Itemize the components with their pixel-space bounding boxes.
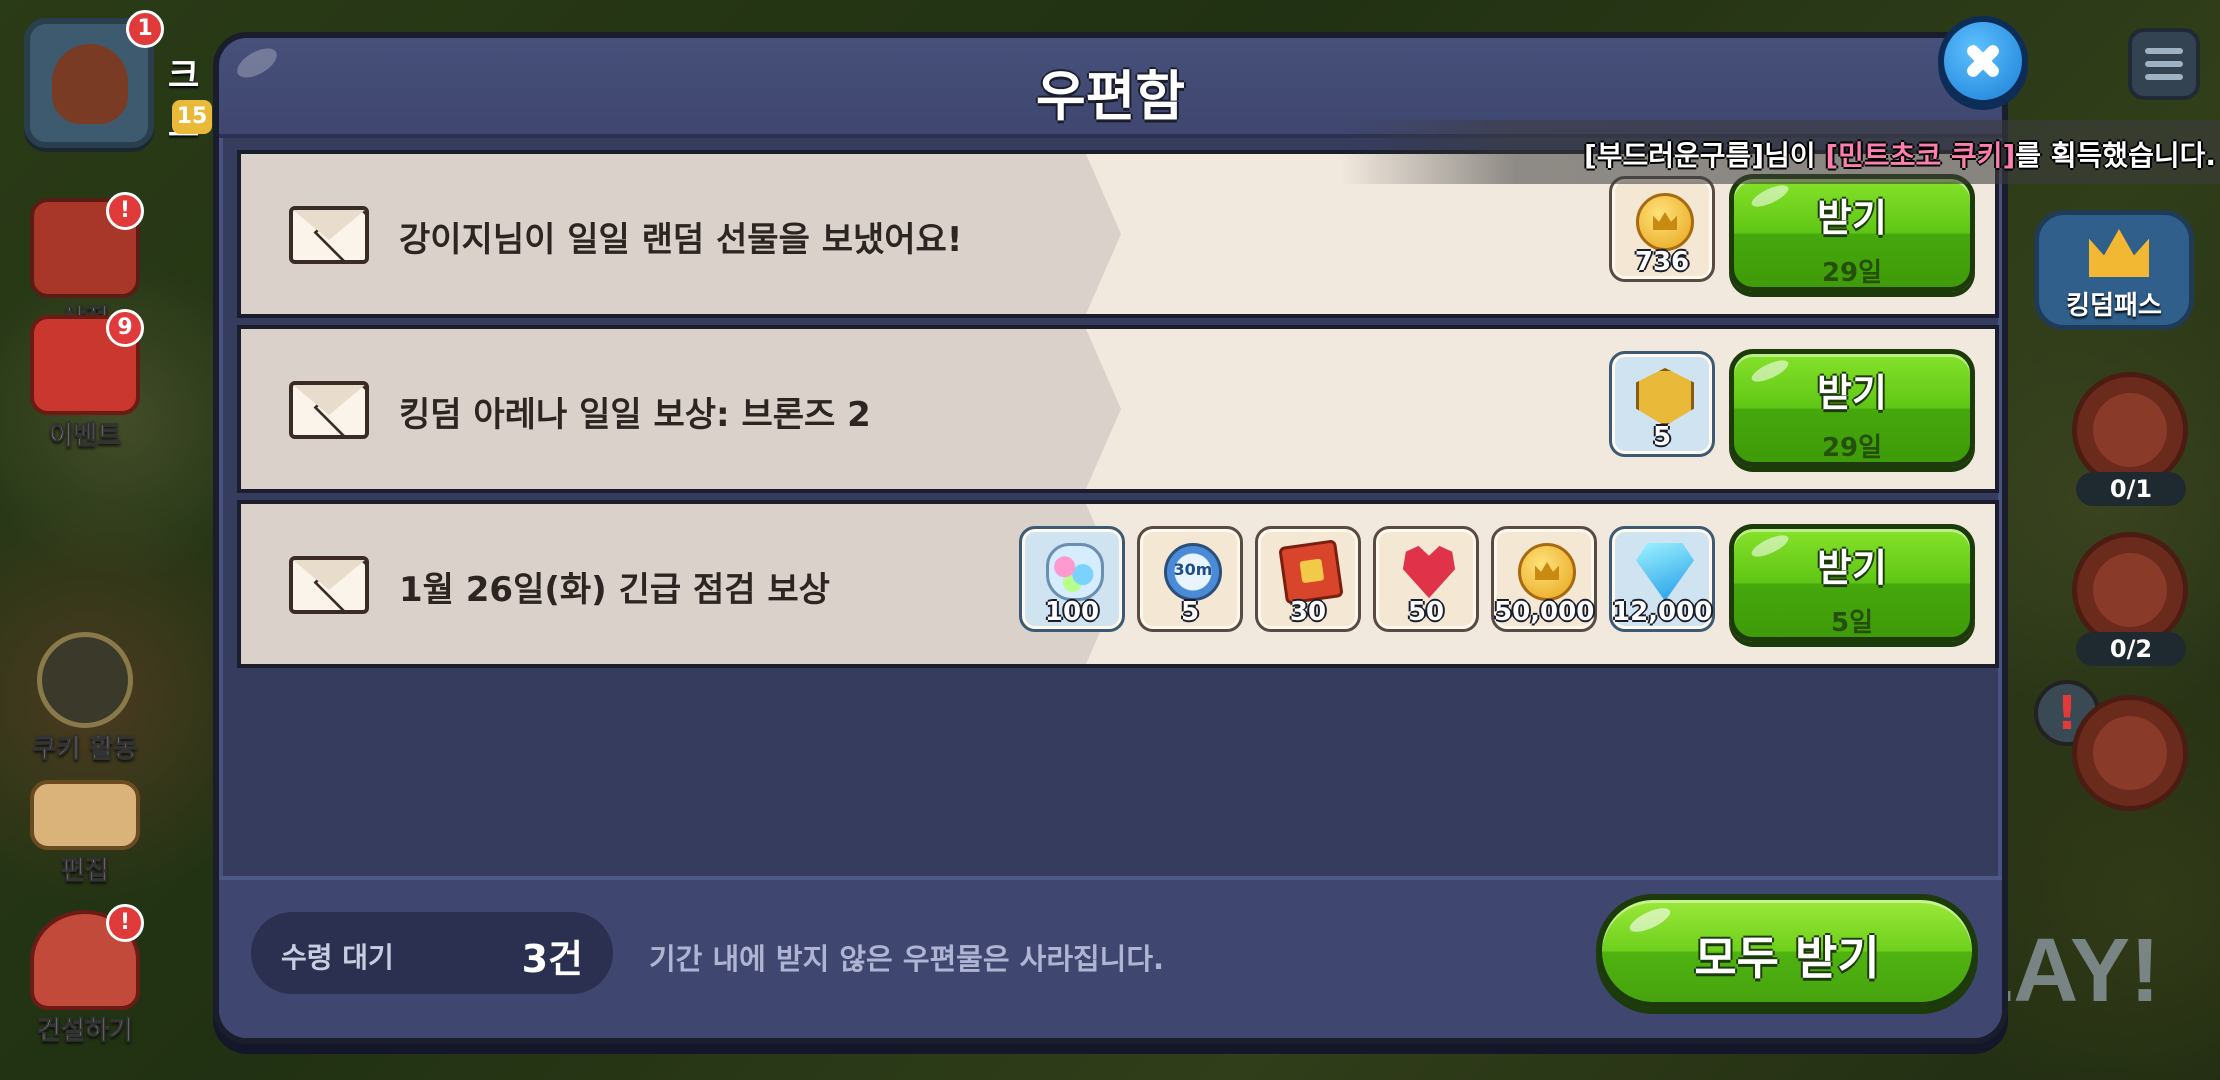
build-button[interactable]: ! 건설하기 xyxy=(0,904,170,1047)
sword-icon xyxy=(2093,716,2167,790)
edit-label: 편집 xyxy=(61,856,110,887)
crystal-gem-icon xyxy=(1636,543,1694,601)
ticker-text: [부드러운구름]님이 [민트초코 쿠키]를 획득했습니다. xyxy=(1584,134,2216,174)
left-hud: 1 크로 15 ! 상점 9 이벤트 쿠키 활동 편집 ! 건설하기 xyxy=(0,0,212,1080)
reward-qty: 736 xyxy=(1634,247,1690,277)
menu-bar-icon xyxy=(2145,74,2183,80)
envelope-icon xyxy=(289,381,369,439)
reward-list: 736 xyxy=(1609,176,1715,282)
menu-bar-icon xyxy=(2145,48,2183,54)
tree-stump-icon xyxy=(2093,553,2167,627)
reward-qty: 12,000 xyxy=(1612,597,1713,627)
pending-label: 수령 대기 xyxy=(281,941,394,974)
claim-label: 받기 xyxy=(1817,371,1887,415)
ticket-book-icon xyxy=(1278,539,1344,605)
reward-item[interactable]: 12,000 xyxy=(1609,526,1715,632)
days-remaining: 5일 xyxy=(1830,608,1873,638)
hamburger-menu-button[interactable] xyxy=(2128,28,2200,100)
arena-medal-icon xyxy=(1636,368,1694,426)
event-badge: 9 xyxy=(106,309,144,347)
reward-list: 12,000 50,000 50 30 30m 5 100 xyxy=(1019,526,1715,632)
claim-label: 받기 xyxy=(1817,546,1887,590)
mail-row: 1월 26일(화) 긴급 점검 보상 12,000 50,000 50 30 3… xyxy=(237,500,1999,668)
coin-icon xyxy=(1636,193,1694,251)
dialog-footer: 수령 대기 3건 기간 내에 받지 않은 우편물은 사라집니다. 모두 받기 xyxy=(219,876,2002,1038)
build-alert-badge: ! xyxy=(106,904,144,942)
reward-item[interactable]: 50,000 xyxy=(1491,526,1597,632)
mail-row: 킹덤 아레나 일일 보상: 브론즈 2 5 받기 29일 xyxy=(237,325,1999,493)
days-remaining: 29일 xyxy=(1821,433,1883,463)
reward-qty: 5 xyxy=(1180,597,1200,627)
event-button[interactable]: 9 이벤트 xyxy=(0,309,170,452)
speedup-label: 30m xyxy=(1173,560,1213,579)
claim-button[interactable]: 받기 5일 xyxy=(1729,524,1975,642)
kingdom-pass-button[interactable]: 킹덤패스 xyxy=(2034,210,2194,330)
stump-button[interactable] xyxy=(2072,532,2188,648)
treasure-map-icon xyxy=(2093,393,2167,467)
profile-avatar[interactable]: 1 xyxy=(24,10,164,148)
days-remaining: 29일 xyxy=(1821,258,1883,288)
mail-list: 강이지님이 일일 랜덤 선물을 보냈어요! 736 받기 29일 킹덤 아레나 … xyxy=(237,150,1999,675)
claim-label: 받기 xyxy=(1817,196,1887,240)
battle-button[interactable] xyxy=(2072,695,2188,811)
claim-button[interactable]: 받기 29일 xyxy=(1729,174,1975,292)
claim-all-label: 모두 받기 xyxy=(1694,931,1880,985)
heart-jelly-icon xyxy=(1402,545,1456,599)
reward-item[interactable]: 30 xyxy=(1255,526,1361,632)
mail-title: 강이지님이 일일 랜덤 선물을 보냈어요! xyxy=(399,220,963,260)
kingdom-pass-label: 킹덤패스 xyxy=(2066,291,2162,321)
avatar-face xyxy=(52,44,128,124)
menu-bar-icon xyxy=(2145,61,2183,67)
reward-qty: 100 xyxy=(1044,597,1100,627)
cookie-activity-label: 쿠키 활동 xyxy=(32,734,138,765)
reward-qty: 5 xyxy=(1652,422,1672,452)
ticker-prefix: [부드러운구름]님이 xyxy=(1583,139,1826,172)
profile-notification-badge: 1 xyxy=(126,10,164,48)
profile-level: 15 xyxy=(172,100,212,134)
edit-button[interactable]: 편집 xyxy=(0,780,170,887)
reward-qty: 50,000 xyxy=(1494,597,1595,627)
speedup-30m-icon: 30m xyxy=(1164,543,1222,601)
mail-title: 1월 26일(화) 긴급 점검 보상 xyxy=(399,570,830,610)
mail-title: 킹덤 아레나 일일 보상: 브론즈 2 xyxy=(399,395,871,435)
edit-icon xyxy=(30,780,140,850)
cookie-activity-button[interactable]: 쿠키 활동 xyxy=(0,632,170,765)
build-label: 건설하기 xyxy=(37,1016,134,1047)
reward-item[interactable]: 100 xyxy=(1019,526,1125,632)
notification-ticker: [부드러운구름]님이 [민트초코 쿠키]를 획득했습니다. xyxy=(1340,120,2220,184)
reward-item[interactable]: 50 xyxy=(1373,526,1479,632)
reward-qty: 30 xyxy=(1289,597,1327,627)
reward-item[interactable]: 736 xyxy=(1609,176,1715,282)
expiry-notice: 기간 내에 받지 않은 우편물은 사라집니다. xyxy=(649,942,1165,976)
envelope-icon xyxy=(289,556,369,614)
ticker-suffix: 를 획득했습니다. xyxy=(2015,139,2216,172)
coin-icon xyxy=(1518,543,1576,601)
treasure-map-button[interactable] xyxy=(2072,372,2188,488)
close-icon[interactable] xyxy=(1938,16,2028,106)
gingerbread-icon xyxy=(37,632,133,728)
shop-alert-badge: ! xyxy=(106,192,144,230)
reward-list: 5 xyxy=(1609,351,1715,457)
stump-counter: 0/2 xyxy=(2076,632,2186,666)
candy-jar-icon xyxy=(1046,543,1104,601)
crown-icon xyxy=(2089,229,2149,277)
pending-counter: 수령 대기 3건 xyxy=(251,912,613,994)
reward-item[interactable]: 5 xyxy=(1609,351,1715,457)
reward-qty: 50 xyxy=(1407,597,1445,627)
ticker-highlight: [민트초코 쿠키] xyxy=(1825,139,2016,172)
reward-item[interactable]: 30m 5 xyxy=(1137,526,1243,632)
claim-button[interactable]: 받기 29일 xyxy=(1729,349,1975,467)
envelope-icon xyxy=(289,206,369,264)
treasure-map-counter: 0/1 xyxy=(2076,472,2186,506)
claim-all-button[interactable]: 모두 받기 xyxy=(1596,894,1978,1008)
pending-count: 3건 xyxy=(521,937,583,981)
event-label: 이벤트 xyxy=(49,421,122,452)
